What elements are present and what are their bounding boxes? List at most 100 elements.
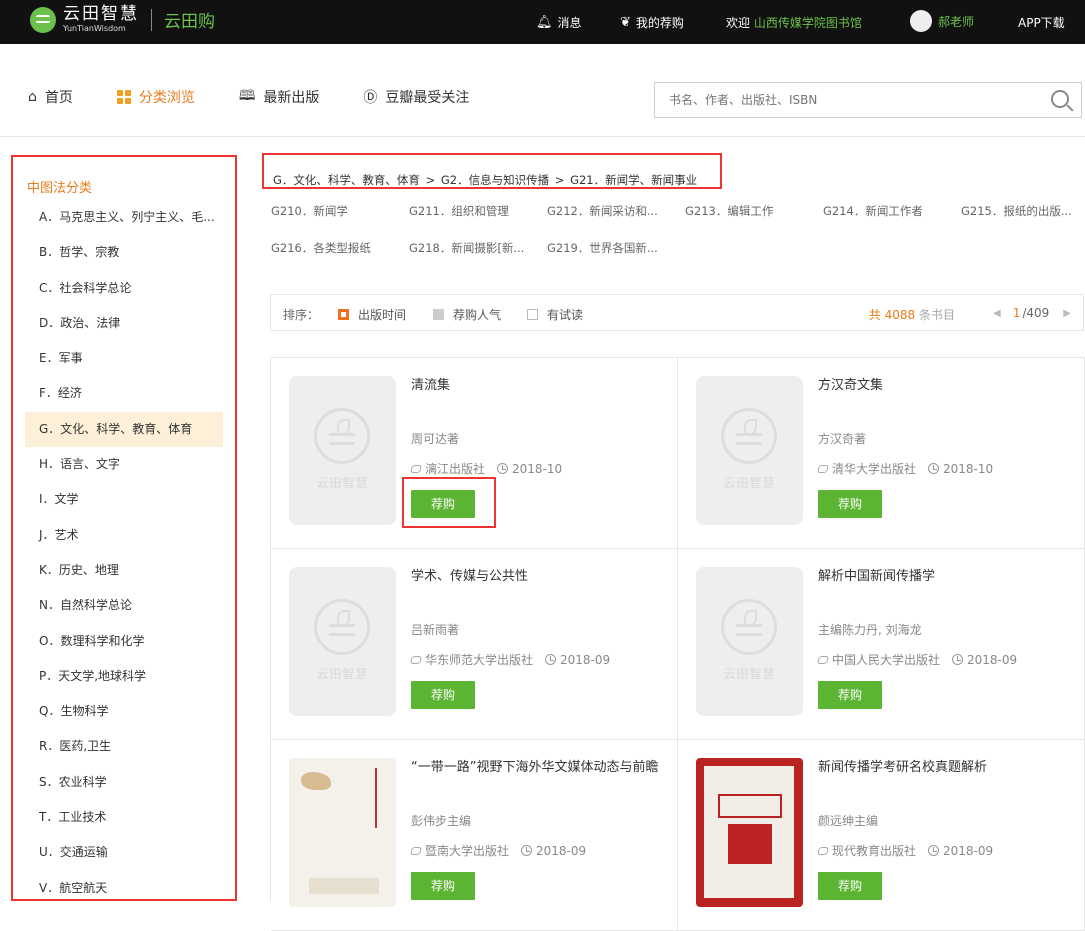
book-title[interactable]: 方汉奇文集 — [818, 376, 1073, 396]
breadcrumb-level-1[interactable]: G．文化、科学、教育、体育 — [273, 173, 420, 187]
recommend-buy-button[interactable]: 荐购 — [411, 872, 475, 900]
book-title[interactable]: 新闻传播学考研名校真题解析 — [818, 758, 1073, 778]
prev-page-icon[interactable]: ◀ — [993, 308, 1001, 319]
grid-icon — [116, 90, 131, 104]
filter-has-trial[interactable]: 有试读 — [527, 306, 583, 323]
book-publisher: 漓江出版社 — [425, 462, 486, 476]
book-author: 吕新雨著 — [411, 623, 460, 637]
breadcrumb-level-2[interactable]: G2．信息与知识传播 — [441, 173, 549, 187]
sidebar-item[interactable]: C．社会科学总论 — [13, 271, 235, 306]
search-icon[interactable] — [1051, 90, 1069, 108]
sidebar-item[interactable]: V．航空航天 — [13, 871, 235, 899]
cover-art — [309, 878, 379, 894]
subcategory-link[interactable]: G219．世界各国新... — [547, 240, 685, 274]
sort-by-date[interactable]: 出版时间 — [338, 306, 406, 323]
subcategory-link[interactable]: G214．新闻工作者 — [823, 203, 961, 237]
yuntian-logo-icon — [721, 599, 777, 655]
subcategory-link[interactable]: G213．编辑工作 — [685, 203, 823, 237]
book-card: 云田智慧 解析中国新闻传播学 主编陈力丹, 刘海龙 中国人民大学出版社 2018… — [678, 549, 1085, 740]
book-author: 彭伟步主编 — [411, 814, 472, 828]
sidebar-item[interactable]: B．哲学、宗教 — [13, 235, 235, 270]
sidebar-item[interactable]: S．农业科学 — [13, 765, 235, 800]
sidebar-item[interactable]: R．医药,卫生 — [13, 729, 235, 764]
pager: ◀ 1 /409 ▶ — [993, 306, 1071, 320]
sidebar-item[interactable]: O．数理科学和化学 — [13, 624, 235, 659]
book-title[interactable]: 清流集 — [411, 376, 666, 396]
sidebar-item[interactable]: P．天文学,地球科学 — [13, 659, 235, 694]
sort-label: 排序： — [283, 308, 320, 322]
main-nav: ⌂ 首页 分类浏览 🕮︎ 最新出版 Ⓓ 豆瓣最受关注 — [28, 85, 513, 109]
recommend-buy-button[interactable]: 荐购 — [818, 681, 882, 709]
checkbox-icon — [527, 309, 538, 320]
book-title[interactable]: 学术、传媒与公共性 — [411, 567, 666, 587]
result-count-prefix: 共 — [868, 308, 881, 322]
next-page-icon[interactable]: ▶ — [1063, 308, 1071, 319]
book-cover-placeholder[interactable]: 云田智慧 — [696, 376, 803, 525]
subcategory-link[interactable]: G218．新闻摄影[新... — [409, 240, 547, 274]
my-recommend-link[interactable]: ❦ 我的荐购 — [620, 14, 684, 31]
subcategory-link[interactable]: G211．组织和管理 — [409, 203, 547, 237]
top-bar: 云田智慧 YunTianWisdom 云田购 🔔︎ 消息 ❦ 我的荐购 欢迎 山… — [0, 0, 1085, 44]
book-meta: 漓江出版社 2018-10 — [409, 460, 562, 477]
book-publisher: 中国人民大学出版社 — [832, 653, 941, 667]
subcategory-link[interactable]: G216．各类型报纸 — [271, 240, 409, 274]
sidebar-title: 中图法分类 — [27, 181, 93, 196]
subcategory-link[interactable]: G210．新闻学 — [271, 203, 409, 237]
nav-home-label: 首页 — [44, 90, 73, 106]
book-meta: 中国人民大学出版社 2018-09 — [816, 651, 1017, 668]
sidebar-item[interactable]: E．军事 — [13, 341, 235, 376]
cover-brand: 云田智慧 — [723, 476, 776, 490]
book-author: 方汉奇著 — [818, 432, 867, 446]
sidebar-item[interactable]: K．历史、地理 — [13, 553, 235, 588]
book-cover-placeholder[interactable]: 云田智慧 — [289, 567, 396, 716]
recommend-buy-button[interactable]: 荐购 — [818, 490, 882, 518]
recommend-buy-button[interactable]: 荐购 — [818, 872, 882, 900]
book-cover-image[interactable] — [289, 758, 396, 907]
subcategory-link[interactable]: G215．报纸的出版... — [961, 203, 1081, 237]
sidebar-item[interactable]: D．政治、法律 — [13, 306, 235, 341]
book-title[interactable]: “一带一路”视野下海外华文媒体动态与前瞻 — [411, 758, 666, 778]
book-cover-placeholder[interactable]: 云田智慧 — [696, 567, 803, 716]
sidebar-item[interactable]: H．语言、文字 — [13, 447, 235, 482]
search-input[interactable] — [655, 83, 1035, 117]
welcome-label: 欢迎 — [726, 16, 751, 30]
sidebar-item[interactable]: I．文学 — [13, 482, 235, 517]
result-count: 共 4088 条书目 — [869, 306, 955, 323]
book-card: 云田智慧 学术、传媒与公共性 吕新雨著 华东师范大学出版社 2018-09 荐购 — [271, 549, 678, 740]
library-name[interactable]: 山西传媒学院图书馆 — [754, 14, 862, 31]
logo[interactable]: 云田智慧 YunTianWisdom 云田购 — [30, 6, 215, 33]
book-title[interactable]: 解析中国新闻传播学 — [818, 567, 1073, 587]
sidebar-item-active[interactable]: G．文化、科学、教育、体育 — [25, 411, 223, 448]
book-cover-image[interactable] — [696, 758, 803, 907]
sidebar-item[interactable]: N．自然科学总论 — [13, 588, 235, 623]
subcategory-link[interactable]: G212．新闻采访和... — [547, 203, 685, 237]
recommend-buy-button[interactable]: 荐购 — [411, 681, 475, 709]
sort-by-popularity-label: 荐购人气 — [453, 308, 502, 322]
sidebar-item[interactable]: Q．生物科学 — [13, 694, 235, 729]
breadcrumb-level-3[interactable]: G21．新闻学、新闻事业 — [570, 173, 697, 187]
nav-browse[interactable]: 分类浏览 — [116, 87, 195, 107]
book-date: 2018-09 — [536, 843, 587, 858]
messages-link[interactable]: 🔔︎ 消息 — [536, 14, 582, 31]
sort-by-popularity[interactable]: 荐购人气 — [433, 306, 501, 323]
sidebar-item[interactable]: T．工业技术 — [13, 800, 235, 835]
nav-douban[interactable]: Ⓓ 豆瓣最受关注 — [363, 87, 469, 107]
yuntian-logo-icon — [721, 408, 777, 464]
app-download-link[interactable]: APP下载 — [1018, 14, 1065, 31]
clock-icon — [952, 654, 964, 665]
sidebar-item[interactable]: U．交通运输 — [13, 835, 235, 870]
book-cover-placeholder[interactable]: 云田智慧 — [289, 376, 396, 525]
sub-brand: 云田购 — [164, 12, 215, 32]
book-date: 2018-09 — [943, 843, 994, 858]
user-menu[interactable]: 郝老师 — [910, 10, 974, 32]
nav-new[interactable]: 🕮︎ 最新出版 — [239, 85, 320, 109]
breadcrumb-separator: > — [425, 173, 436, 187]
nav-home[interactable]: ⌂ 首页 — [28, 87, 73, 107]
subcategory-list: G210．新闻学 G211．组织和管理 G212．新闻采访和... G213．编辑工作… — [271, 203, 1083, 277]
sidebar-item[interactable]: J．艺术 — [13, 518, 235, 553]
sidebar-item[interactable]: A．马克思主义、列宁主义、毛... — [13, 200, 235, 235]
search-box — [654, 82, 1082, 118]
my-recommend-label: 我的荐购 — [635, 16, 684, 30]
book-publisher: 暨南大学出版社 — [425, 844, 510, 858]
sidebar-item[interactable]: F．经济 — [13, 376, 235, 411]
